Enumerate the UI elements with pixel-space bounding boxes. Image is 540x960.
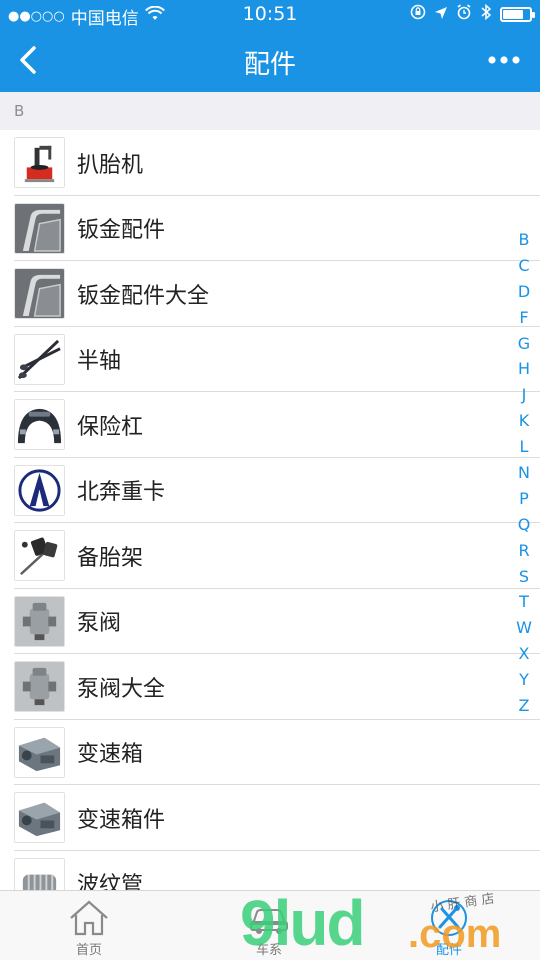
alarm-icon <box>456 4 472 24</box>
index-letter[interactable]: F <box>519 308 528 334</box>
list-item[interactable]: 北奔重卡 <box>0 458 540 524</box>
list-item[interactable]: 钣金配件 <box>0 196 540 262</box>
more-button[interactable] <box>484 42 524 78</box>
index-letter[interactable]: J <box>522 385 527 411</box>
index-letter[interactable]: W <box>516 618 532 644</box>
item-label: 半轴 <box>77 349 122 375</box>
index-letter[interactable]: N <box>518 463 530 489</box>
battery-icon <box>500 6 535 22</box>
list-item[interactable]: 半轴 <box>0 327 540 393</box>
index-letter[interactable]: P <box>519 489 529 515</box>
tire-changer-icon <box>14 137 65 189</box>
tab-parts[interactable]: 配件 <box>404 897 494 958</box>
section-header: B <box>0 92 540 130</box>
list-item[interactable]: 变速箱 <box>0 720 540 786</box>
index-letter[interactable]: S <box>519 567 529 593</box>
status-bar: ●●○○○ 中国电信 10:51 <box>0 0 540 30</box>
list-item[interactable]: 波纹管 <box>0 851 540 890</box>
list-item[interactable]: 变速箱件 <box>0 785 540 851</box>
tab-label: 车系 <box>255 943 282 958</box>
item-label: 扒胎机 <box>77 152 144 178</box>
car-icon <box>224 897 314 939</box>
navigation-bar: 配件 <box>0 30 540 92</box>
index-letter[interactable]: H <box>518 359 530 385</box>
pump-valve-icon <box>14 661 65 713</box>
alphabet-index[interactable]: B C D F G H J K L N P Q R S T W X Y Z <box>512 230 536 722</box>
item-label: 泵阀大全 <box>77 676 166 702</box>
item-label: 波纹管 <box>77 873 144 890</box>
gearbox-icon <box>14 726 65 778</box>
list-item[interactable]: 泵阀大全 <box>0 654 540 720</box>
item-label: 变速箱 <box>77 742 144 768</box>
list-item[interactable]: 钣金配件大全 <box>0 261 540 327</box>
index-letter[interactable]: Q <box>518 515 531 541</box>
tab-label: 配件 <box>435 943 462 958</box>
more-dots-icon <box>488 56 520 64</box>
item-label: 变速箱件 <box>77 807 166 833</box>
top-bar: ●●○○○ 中国电信 10:51 配件 <box>0 0 540 92</box>
page-title: 配件 <box>243 50 296 80</box>
bumper-icon <box>14 399 65 451</box>
location-icon <box>434 5 448 24</box>
tab-home[interactable]: 首页 <box>44 897 134 958</box>
tools-icon <box>404 897 494 939</box>
index-letter[interactable]: C <box>518 256 529 282</box>
index-letter[interactable]: B <box>519 230 530 256</box>
bluetooth-icon <box>480 3 492 25</box>
index-letter[interactable]: T <box>519 592 529 618</box>
index-letter[interactable]: D <box>518 282 530 308</box>
half-shaft-icon <box>14 333 65 385</box>
index-letter[interactable]: L <box>520 437 529 463</box>
index-letter[interactable]: Y <box>519 670 529 696</box>
index-letter[interactable]: G <box>518 334 530 360</box>
item-label: 北奔重卡 <box>77 480 166 506</box>
item-label: 备胎架 <box>77 545 144 571</box>
item-label: 泵阀 <box>77 611 122 637</box>
pump-valve-icon <box>14 595 65 647</box>
list-item[interactable]: 扒胎机 <box>0 130 540 196</box>
rotation-lock-icon <box>410 4 426 24</box>
list-item[interactable]: 备胎架 <box>0 523 540 589</box>
tab-label: 首页 <box>75 943 102 958</box>
tab-car-series[interactable]: 车系 <box>224 897 314 958</box>
index-letter[interactable]: K <box>519 411 530 437</box>
parts-list: 扒胎机 钣金配件 钣金配件大全 半轴 保险杠 北奔重卡 备胎架 泵阀 泵阀大全 … <box>0 130 540 890</box>
index-letter[interactable]: Z <box>519 696 530 722</box>
beiben-logo-icon <box>14 464 65 516</box>
item-label: 钣金配件大全 <box>77 283 210 309</box>
tab-bar: 首页 车系 配件 <box>0 890 540 960</box>
list-item[interactable]: 泵阀 <box>0 589 540 655</box>
sheet-metal-icon <box>14 202 65 254</box>
index-letter[interactable]: X <box>519 644 530 670</box>
bellows-icon <box>14 857 65 890</box>
gearbox-icon <box>14 792 65 844</box>
list-item[interactable]: 保险杠 <box>0 392 540 458</box>
index-letter[interactable]: R <box>518 541 529 567</box>
spare-tire-carrier-icon <box>14 530 65 582</box>
item-label: 保险杠 <box>77 414 144 440</box>
home-icon <box>44 897 134 939</box>
sheet-metal-icon <box>14 268 65 320</box>
item-label: 钣金配件 <box>77 218 166 244</box>
